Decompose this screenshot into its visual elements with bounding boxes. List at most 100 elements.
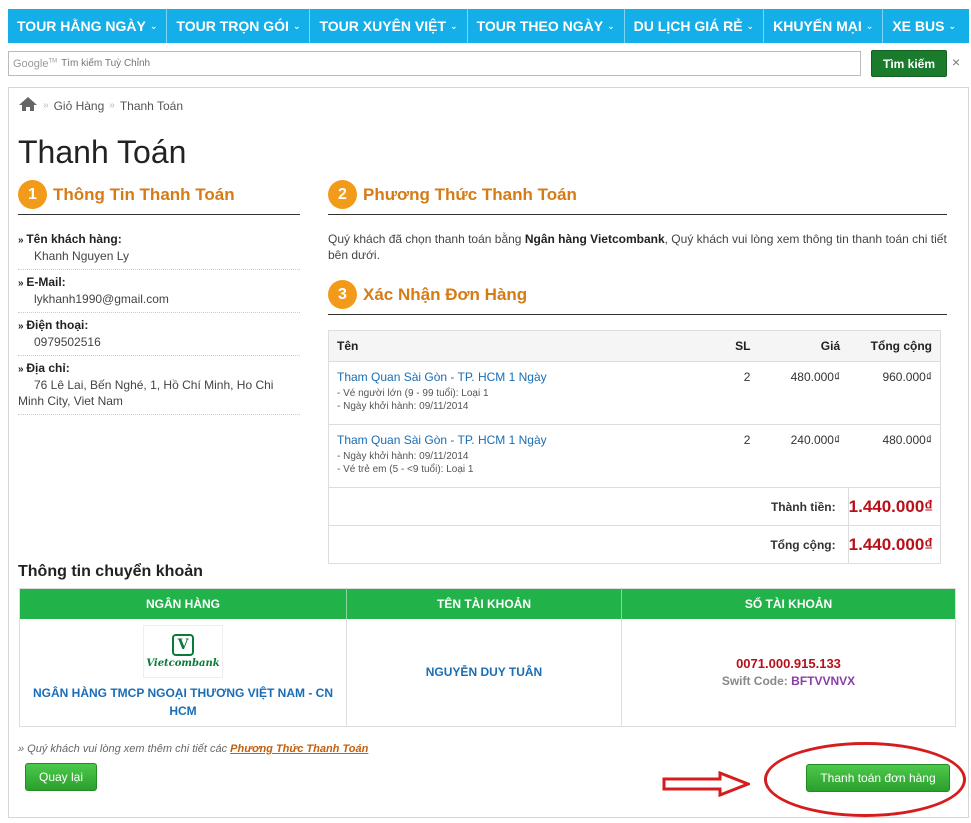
swift-code: Swift Code: BFTVVNVX <box>622 674 955 688</box>
col-qty: SL <box>708 330 759 362</box>
order-item-qty: 2 <box>708 361 759 425</box>
bank-transfer-table: NGÂN HÀNG TÊN TÀI KHOẢN SỐ TÀI KHOẢN V V… <box>19 588 956 727</box>
top-nav: TOUR HẰNG NGÀY ⌄ TOUR TRỌN GÓI ⌄ TOUR XUYÊ… <box>8 9 969 43</box>
section-title: Xác Nhận Đơn Hàng <box>363 284 528 304</box>
subtotal-row: Thành tiền: 1.440.000₫ <box>328 487 941 526</box>
nav-label: XE BUS <box>892 18 945 34</box>
swift-label: Swift Code: <box>721 674 788 689</box>
order-item-detail: - Ngày khởi hành: 09/11/2014 <box>337 401 469 412</box>
subtotal-label: Thành tiền: <box>328 487 849 526</box>
order-item-info: Tham Quan Sài Gòn - TP. HCM 1 Ngày - Ngà… <box>328 424 709 488</box>
chevron-down-icon: ⌄ <box>865 20 874 31</box>
bank-name: NGÂN HÀNG TMCP NGOẠI THƯƠNG VIỆT NAM - C… <box>33 685 333 718</box>
nav-item-tour-tron-goi[interactable]: TOUR TRỌN GÓI ⌄ <box>167 9 311 43</box>
account-number: 0071.000.915.133 <box>736 656 841 672</box>
col-total: Tổng cộng <box>848 330 941 362</box>
customer-address-label: Địa chỉ: <box>18 361 300 375</box>
grand-total-value: 1.440.000₫ <box>848 525 941 564</box>
arrow-right-icon <box>662 771 750 797</box>
order-item-name[interactable]: Tham Quan Sài Gòn - TP. HCM 1 Ngày <box>337 370 701 384</box>
payment-method-name: Ngân hàng Vietcombank <box>524 232 665 246</box>
vietcombank-mark-icon: V <box>172 633 194 656</box>
customer-address-block: Địa chỉ: 76 Lê Lai, Bến Nghé, 1, Hồ Chí … <box>18 361 300 415</box>
search-button[interactable]: Tìm kiếm <box>871 50 947 77</box>
order-item-total: 480.000₫ <box>848 424 941 488</box>
chevron-down-icon: ⌄ <box>450 20 458 31</box>
col-name: Tên <box>328 330 709 362</box>
customer-phone-block: Điện thoại: 0979502516 <box>18 318 300 356</box>
customer-email-label: E-Mail: <box>18 275 300 289</box>
nav-item-tour-hang-ngay[interactable]: TOUR HẰNG NGÀY ⌄ <box>8 9 168 43</box>
order-item-total: 960.000₫ <box>848 361 941 425</box>
customer-email-value: lykhanh1990@gmail.com <box>34 292 169 306</box>
section-title: Thông Tin Thanh Toán <box>53 184 235 204</box>
nav-item-du-lich-gia-re[interactable]: DU LỊCH GIÁ RẺ ⌄ <box>625 9 765 43</box>
order-item-detail: - Ngày khởi hành: 09/11/2014 <box>337 451 469 462</box>
customer-name-block: Tên khách hàng: Khanh Nguyen Ly <box>18 232 300 270</box>
step-badge: 3 <box>328 280 357 309</box>
transfer-title: Thông tin chuyển khoản <box>18 563 203 580</box>
section-payment-method: 2 Phương Thức Thanh Toán <box>328 180 947 215</box>
breadcrumb-cart[interactable]: Giỏ Hàng <box>54 99 105 113</box>
customer-email-block: E-Mail: lykhanh1990@gmail.com <box>18 275 300 313</box>
nav-item-khuyen-mai[interactable]: KHUYẾN MẠI ⌄ <box>764 9 884 43</box>
section-order-confirm: 3 Xác Nhận Đơn Hàng <box>328 280 947 315</box>
payment-methods-link[interactable]: Phương Thức Thanh Toán <box>230 743 368 755</box>
chevron-down-icon: ⌄ <box>948 20 956 31</box>
pay-order-button[interactable]: Thanh toán đơn hàng <box>806 764 950 792</box>
col-account-name: TÊN TÀI KHOẢN <box>346 588 622 619</box>
nav-item-xe-bus[interactable]: XE BUS ⌄ <box>883 9 965 43</box>
order-item-detail: - Vé trẻ em (5 - <9 tuổi): Loại 1 <box>337 464 474 475</box>
page-title: Thanh Toán <box>18 134 187 170</box>
nav-label: TOUR TRỌN GÓI <box>176 18 289 34</box>
order-header-row: Tên SL Giá Tổng cộng <box>328 330 941 362</box>
order-item-name[interactable]: Tham Quan Sài Gòn - TP. HCM 1 Ngày <box>337 433 701 447</box>
order-item-qty: 2 <box>708 424 759 488</box>
chevron-down-icon: ⌄ <box>292 20 301 31</box>
customer-phone-value: 0979502516 <box>34 335 101 349</box>
close-icon[interactable]: × <box>952 54 960 70</box>
payment-note: » Quý khách vui lòng xem thêm chi tiết c… <box>18 743 368 755</box>
order-item-row: Tham Quan Sài Gòn - TP. HCM 1 Ngày - Vé … <box>328 361 941 425</box>
step-badge: 1 <box>18 180 47 209</box>
col-bank: NGÂN HÀNG <box>19 588 347 619</box>
order-item-row: Tham Quan Sài Gòn - TP. HCM 1 Ngày - Ngà… <box>328 424 941 488</box>
bank-cell: V Vietcombank NGÂN HÀNG TMCP NGOẠI THƯƠN… <box>19 618 347 727</box>
customer-name-label: Tên khách hàng: <box>18 232 300 246</box>
order-item-info: Tham Quan Sài Gòn - TP. HCM 1 Ngày - Vé … <box>328 361 709 425</box>
nav-item-tour-theo-ngay[interactable]: TOUR THEO NGÀY ⌄ <box>468 9 625 43</box>
google-brand-text: Google <box>13 57 49 70</box>
search-input[interactable] <box>61 58 842 69</box>
nav-label: DU LỊCH GIÁ RẺ <box>633 18 743 34</box>
section-billing-info: 1 Thông Tin Thanh Toán <box>18 180 300 215</box>
nav-label: TOUR THEO NGÀY <box>476 18 604 34</box>
payment-description: Quý khách đã chọn thanh toán bằng Ngân h… <box>328 231 948 263</box>
customer-phone-label: Điện thoại: <box>18 318 300 332</box>
home-icon[interactable] <box>18 96 38 115</box>
customer-name-value: Khanh Nguyen Ly <box>34 249 129 263</box>
vietcombank-logo: V Vietcombank <box>143 624 223 678</box>
col-account-number: SỐ TÀI KHOẢN <box>621 588 956 619</box>
col-price: Giá <box>758 330 849 362</box>
vietcombank-wordmark: Vietcombank <box>146 657 220 669</box>
breadcrumb-current: Thanh Toán <box>119 98 183 113</box>
chevron-down-icon: ⌄ <box>149 20 158 31</box>
back-button[interactable]: Quay lại <box>25 763 97 791</box>
account-name-cell: NGUYỄN DUY TUÂN <box>346 618 622 727</box>
account-number-cell: 0071.000.915.133 Swift Code: BFTVVNVX <box>622 619 956 727</box>
nav-item-tour-xuyen-viet[interactable]: TOUR XUYÊN VIỆT ⌄ <box>310 9 468 43</box>
search-row: GoogleTM Tìm kiếm × <box>8 50 969 78</box>
step-badge: 2 <box>328 180 357 209</box>
grand-total-row: Tổng cộng: 1.440.000₫ <box>328 525 941 564</box>
breadcrumb-separator: » <box>43 100 49 111</box>
note-text: » Quý khách vui lòng xem thêm chi tiết c… <box>18 743 231 755</box>
breadcrumb-separator: » <box>109 100 115 111</box>
swift-value: BFTVVNVX <box>791 674 856 689</box>
chevron-down-icon: ⌄ <box>746 20 755 31</box>
nav-label: KHUYẾN MẠI <box>773 18 862 34</box>
search-box: GoogleTM <box>8 51 861 76</box>
grand-total-label: Tổng cộng: <box>328 525 849 564</box>
order-item-price: 480.000₫ <box>758 361 849 425</box>
order-item-price: 240.000₫ <box>758 424 849 488</box>
subtotal-value: 1.440.000₫ <box>848 487 941 526</box>
